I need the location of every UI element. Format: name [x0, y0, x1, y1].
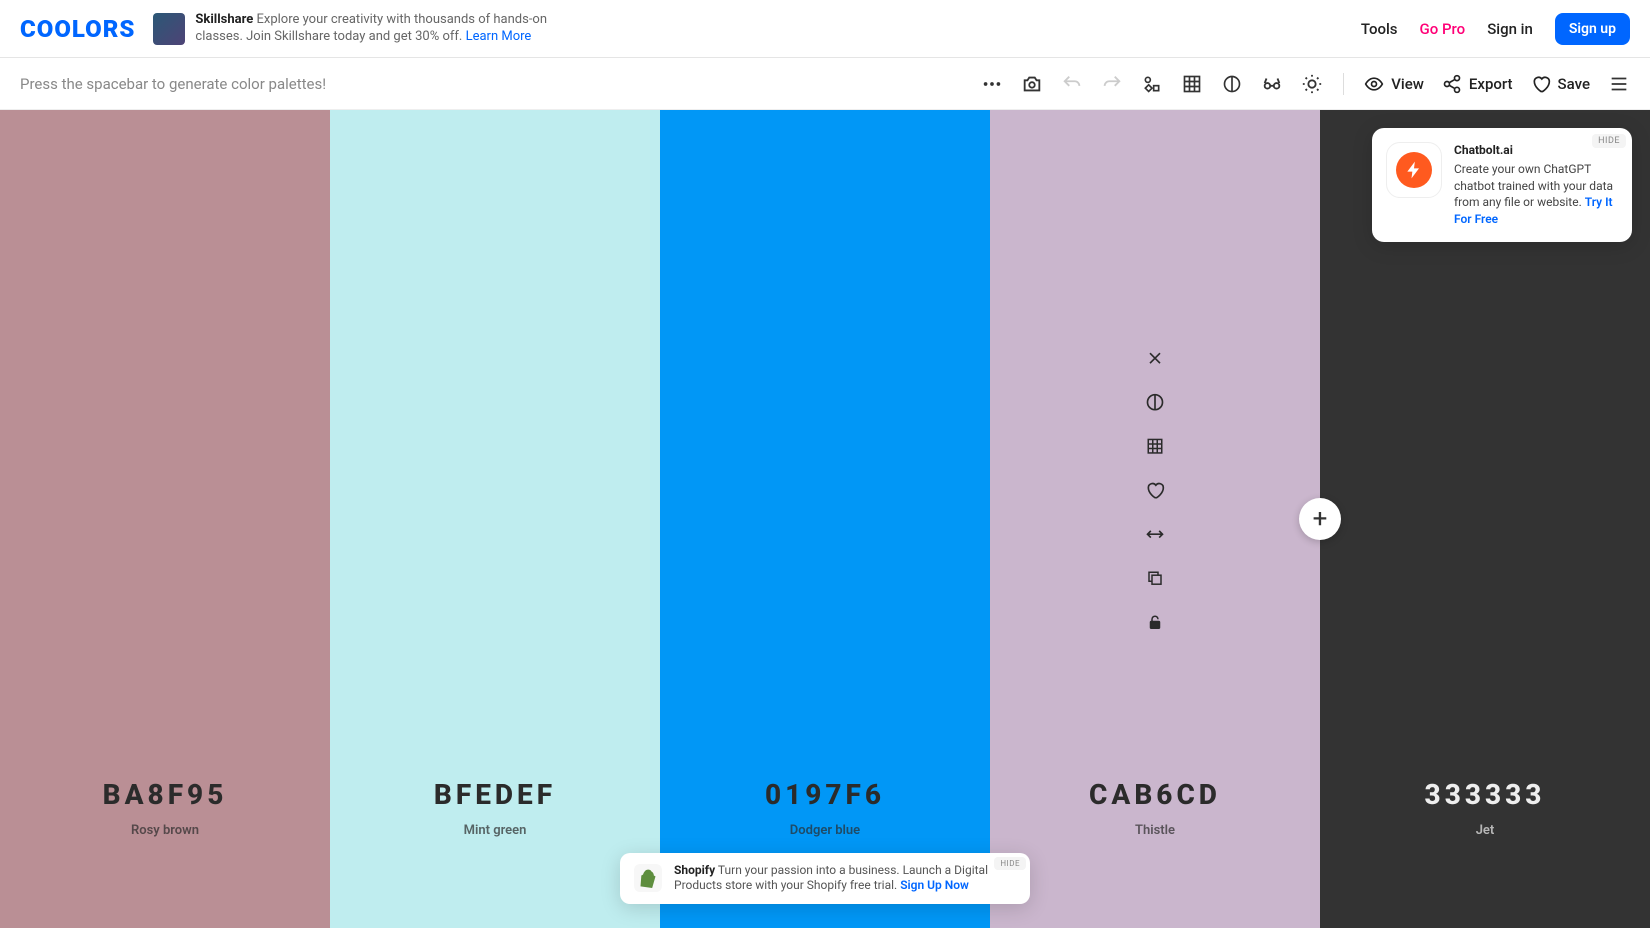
variations-icon[interactable] [1141, 73, 1163, 95]
color-column[interactable]: CAB6CD Thistle [990, 110, 1320, 928]
color-name: Rosy brown [131, 823, 199, 838]
color-hex[interactable]: 333333 [1425, 778, 1546, 811]
color-tools [1143, 346, 1167, 634]
shades-icon[interactable] [1143, 434, 1167, 458]
brightness-icon[interactable] [1301, 73, 1323, 95]
lock-icon[interactable] [1143, 610, 1167, 634]
color-column[interactable]: BFEDEF Mint green [330, 110, 660, 928]
banner-text: Shopify Turn your passion into a busines… [674, 863, 1016, 894]
save-label: Save [1558, 75, 1590, 93]
go-pro-link[interactable]: Go Pro [1420, 20, 1466, 38]
color-name: Dodger blue [790, 823, 860, 838]
color-hex[interactable]: BA8F95 [103, 778, 228, 811]
camera-icon[interactable] [1021, 73, 1043, 95]
eye-icon [1364, 74, 1384, 94]
redo-icon [1101, 73, 1123, 95]
shopify-icon [634, 864, 662, 892]
skillshare-icon [153, 13, 185, 45]
remove-color-icon[interactable] [1143, 346, 1167, 370]
favorite-icon[interactable] [1143, 478, 1167, 502]
toolbar-left-group [981, 73, 1323, 95]
copy-icon[interactable] [1143, 566, 1167, 590]
color-hex[interactable]: BFEDEF [434, 778, 556, 811]
header-ad: Skillshare Explore your creativity with … [153, 12, 739, 46]
promo-hide-button[interactable]: HIDE [1592, 134, 1626, 148]
contrast-icon[interactable] [1221, 73, 1243, 95]
toolbar-right-group: View Export Save [1364, 73, 1630, 95]
color-name: Mint green [464, 823, 527, 838]
promo-body: Chatbolt.ai Create your own ChatGPT chat… [1454, 142, 1618, 228]
header-ad-text: Skillshare Explore your creativity with … [195, 12, 595, 46]
color-column[interactable]: 0197F6 Dodger blue [660, 110, 990, 928]
drag-icon[interactable] [1143, 522, 1167, 546]
tools-link[interactable]: Tools [1361, 20, 1398, 38]
grid-icon[interactable] [1181, 73, 1203, 95]
add-color-button[interactable]: + [1299, 498, 1341, 540]
side-promo: HIDE Chatbolt.ai Create your own ChatGPT… [1372, 128, 1632, 242]
sign-in-link[interactable]: Sign in [1487, 20, 1533, 38]
banner-hide-button[interactable]: HIDE [994, 857, 1026, 870]
color-name: Jet [1476, 823, 1495, 838]
undo-icon [1061, 73, 1083, 95]
toolbar: Press the spacebar to generate color pal… [0, 58, 1650, 110]
header-nav: Tools Go Pro Sign in Sign up [1361, 13, 1630, 45]
logo[interactable]: COOLORS [20, 15, 135, 43]
banner-title: Shopify [674, 863, 715, 877]
glasses-icon[interactable] [1261, 73, 1283, 95]
spacebar-hint: Press the spacebar to generate color pal… [20, 75, 961, 93]
color-column[interactable]: BA8F95 Rosy brown [0, 110, 330, 928]
palette: BA8F95 Rosy brown BFEDEF Mint green 0197F6 Do… [0, 110, 1650, 928]
view-button[interactable]: View [1364, 74, 1424, 94]
share-icon [1442, 74, 1462, 94]
bottom-banner: HIDE Shopify Turn your passion into a bu… [620, 853, 1030, 904]
color-hex[interactable]: 0197F6 [765, 778, 885, 811]
sign-up-button[interactable]: Sign up [1555, 13, 1630, 45]
export-label: Export [1469, 75, 1513, 93]
heart-icon [1531, 74, 1551, 94]
color-hex[interactable]: CAB6CD [1089, 778, 1221, 811]
menu-icon[interactable] [1608, 73, 1630, 95]
header: COOLORS Skillshare Explore your creativi… [0, 0, 1650, 58]
export-button[interactable]: Export [1442, 74, 1513, 94]
info-icon[interactable] [1143, 390, 1167, 414]
view-label: View [1391, 75, 1424, 93]
chatbolt-icon [1386, 142, 1442, 198]
header-ad-title: Skillshare [195, 12, 253, 27]
header-ad-cta[interactable]: Learn More [466, 29, 532, 44]
more-icon[interactable] [981, 73, 1003, 95]
color-name: Thistle [1135, 823, 1175, 838]
save-button[interactable]: Save [1531, 74, 1590, 94]
banner-cta[interactable]: Sign Up Now [900, 878, 969, 892]
toolbar-divider [1343, 73, 1344, 95]
